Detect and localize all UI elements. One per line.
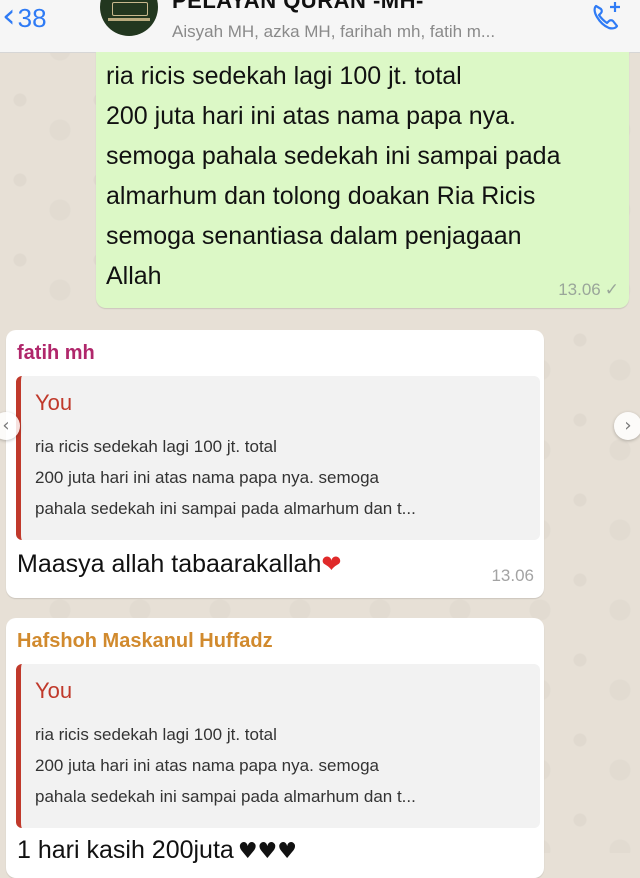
message-line: ria ricis sedekah lagi 100 jt. total <box>106 62 462 90</box>
unread-count: 38 <box>17 2 47 33</box>
group-title[interactable]: PELAYAN QURAN -MH- <box>172 0 424 14</box>
add-call-icon[interactable] <box>586 0 626 36</box>
quote-text: ria ricis sedekah lagi 100 jt. total 200… <box>35 431 535 524</box>
black-heart-icon: ♥♥♥ <box>237 839 297 864</box>
quote-line: pahala sedekah ini sampai pada almarhum … <box>35 499 416 518</box>
quote-line: pahala sedekah ini sampai pada almarhum … <box>35 787 416 806</box>
back-button[interactable]: ‹ 38 <box>2 0 47 38</box>
quote-line: 200 juta hari ini atas nama papa nya. se… <box>35 756 380 775</box>
back-chevron-icon: ‹ <box>2 0 16 36</box>
sender-name[interactable]: fatih mh <box>17 342 95 365</box>
message-line: semoga senantiasa dalam penjagaan <box>106 222 522 250</box>
red-heart-icon: ❤ <box>321 550 342 578</box>
chevron-right-icon[interactable]: › <box>614 412 640 440</box>
sent-tick-icon: ✓ <box>604 280 619 299</box>
avatar-logo-text-icon <box>108 18 150 21</box>
quote-author: You <box>35 678 73 703</box>
outgoing-message[interactable]: ria ricis sedekah lagi 100 jt. total 200… <box>96 52 629 308</box>
incoming-message[interactable]: Hafshoh Maskanul Huffadz You ria ricis s… <box>6 618 544 878</box>
quote-line: ria ricis sedekah lagi 100 jt. total <box>35 437 277 456</box>
reply-text-content: 1 hari kasih 200juta <box>17 836 234 864</box>
message-line: 200 juta hari ini atas nama papa nya. <box>106 102 516 130</box>
quote-line: ria ricis sedekah lagi 100 jt. total <box>35 725 277 744</box>
message-text: ria ricis sedekah lagi 100 jt. total 200… <box>106 56 621 296</box>
quoted-message[interactable]: You ria ricis sedekah lagi 100 jt. total… <box>16 376 540 540</box>
incoming-message[interactable]: fatih mh You ria ricis sedekah lagi 100 … <box>6 330 544 598</box>
avatar-logo-icon <box>112 2 148 16</box>
message-line: Allah <box>106 262 162 290</box>
group-members[interactable]: Aisyah MH, azka MH, farihah mh, fatih m.… <box>172 22 495 42</box>
quote-text: ria ricis sedekah lagi 100 jt. total 200… <box>35 719 535 812</box>
quote-line: 200 juta hari ini atas nama papa nya. se… <box>35 468 380 487</box>
sender-name[interactable]: Hafshoh Maskanul Huffadz <box>17 630 273 653</box>
reply-text: 1 hari kasih 200juta ♥♥♥ <box>17 836 297 865</box>
message-meta: 13.06 ✓ <box>558 280 619 300</box>
reply-text-content: Maasya allah tabaarakallah <box>17 550 322 578</box>
group-avatar[interactable] <box>100 0 158 36</box>
chat-header: ‹ 38 PELAYAN QURAN -MH- Aisyah MH, azka … <box>0 0 640 53</box>
message-line: almarhum dan tolong doakan Ria Ricis <box>106 182 536 210</box>
message-time: 13.06 <box>491 566 534 585</box>
quote-author: You <box>35 390 73 415</box>
quoted-message[interactable]: You ria ricis sedekah lagi 100 jt. total… <box>16 664 540 828</box>
message-line: semoga pahala sedekah ini sampai pada <box>106 142 561 170</box>
message-time: 13.06 <box>558 280 601 299</box>
reply-text: Maasya allah tabaarakallah❤ <box>17 550 341 579</box>
